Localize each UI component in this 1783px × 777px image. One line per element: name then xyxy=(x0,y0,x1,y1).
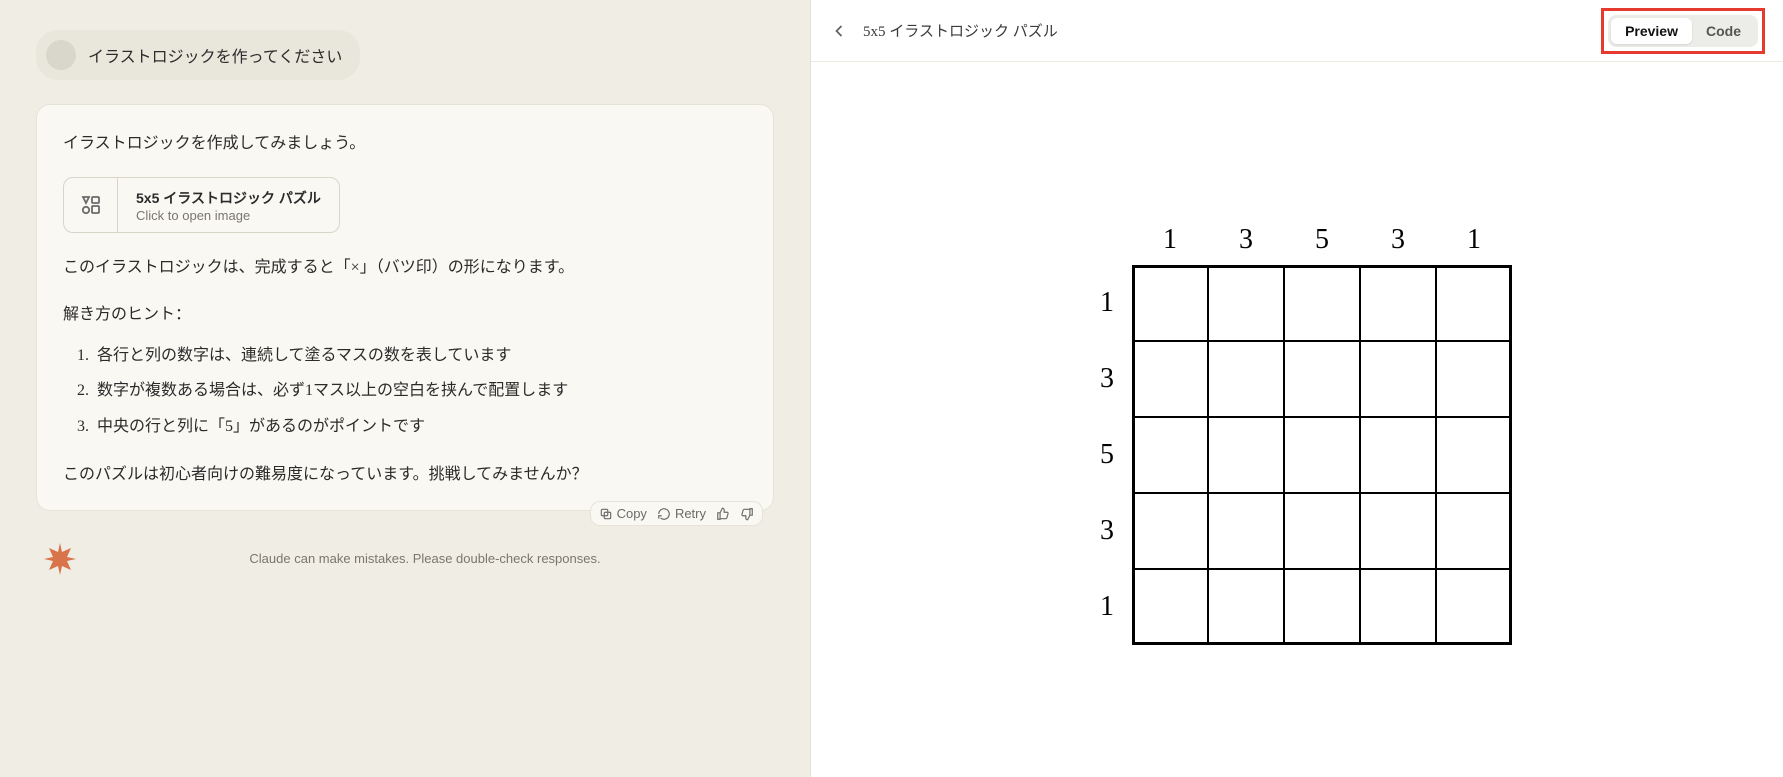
grid-cell[interactable] xyxy=(1360,265,1436,341)
grid-cell[interactable] xyxy=(1284,341,1360,417)
grid-cell[interactable] xyxy=(1284,417,1360,493)
claude-logo-icon xyxy=(42,541,78,577)
user-message-text: イラストロジックを作ってください xyxy=(88,43,342,67)
code-tab[interactable]: Code xyxy=(1692,18,1755,44)
thumbs-down-button[interactable] xyxy=(740,507,754,521)
disclaimer-text: Claude can make mistakes. Please double-… xyxy=(76,551,774,566)
hints-heading: 解き方のヒント： xyxy=(63,300,747,330)
grid-cell[interactable] xyxy=(1284,569,1360,645)
thumbs-up-icon xyxy=(716,507,730,521)
artifact-header: 5x5 イラストロジック パズル Preview Code xyxy=(811,0,1783,62)
row-clue: 1 xyxy=(1082,265,1132,341)
grid-cell[interactable] xyxy=(1360,417,1436,493)
thumbs-up-button[interactable] xyxy=(716,507,730,521)
response-para1: このイラストロジックは、完成すると「×」（バツ印）の形になります。 xyxy=(63,253,747,283)
retry-button[interactable]: Retry xyxy=(657,506,706,521)
artifact-icon xyxy=(64,178,118,232)
hints-list: 各行と列の数字は、連続して塗るマスの数を表しています 数字が複数ある場合は、必ず… xyxy=(93,338,747,444)
grid-cell[interactable] xyxy=(1132,265,1208,341)
row-clue: 3 xyxy=(1082,493,1132,569)
col-clue: 3 xyxy=(1360,215,1436,265)
grid-cell[interactable] xyxy=(1132,569,1208,645)
grid-corner xyxy=(1082,215,1132,265)
thumbs-down-icon xyxy=(740,507,754,521)
grid-cell[interactable] xyxy=(1208,493,1284,569)
grid-cell[interactable] xyxy=(1208,265,1284,341)
preview-tab[interactable]: Preview xyxy=(1611,18,1692,44)
nonogram-grid: 1 3 5 3 1 1 3 5 3 xyxy=(1082,215,1512,645)
grid-cell[interactable] xyxy=(1436,341,1512,417)
col-clue: 5 xyxy=(1284,215,1360,265)
grid-cell[interactable] xyxy=(1208,341,1284,417)
grid-cell[interactable] xyxy=(1208,417,1284,493)
response-intro: イラストロジックを作成してみましょう。 xyxy=(63,129,747,159)
copy-button[interactable]: Copy xyxy=(599,506,647,521)
user-message-bubble: イラストロジックを作ってください xyxy=(36,30,360,80)
artifact-preview-pane: 5x5 イラストロジック パズル Preview Code 1 3 5 3 1 … xyxy=(810,0,1783,777)
grid-cell[interactable] xyxy=(1132,493,1208,569)
preview-canvas: 1 3 5 3 1 1 3 5 3 xyxy=(811,62,1783,777)
artifact-header-title: 5x5 イラストロジック パズル xyxy=(863,20,1058,41)
artifact-subtitle: Click to open image xyxy=(136,208,321,223)
retry-icon xyxy=(657,507,671,521)
message-action-bar: Copy Retry xyxy=(590,501,763,526)
grid-cell[interactable] xyxy=(1208,569,1284,645)
hint-item: 各行と列の数字は、連続して塗るマスの数を表しています xyxy=(93,338,747,373)
grid-cell[interactable] xyxy=(1132,417,1208,493)
grid-cell[interactable] xyxy=(1132,341,1208,417)
col-clue: 1 xyxy=(1436,215,1512,265)
hint-item: 中央の行と列に「5」があるのがポイントです xyxy=(93,409,747,444)
grid-cell[interactable] xyxy=(1436,493,1512,569)
col-clue: 1 xyxy=(1132,215,1208,265)
col-clue: 3 xyxy=(1208,215,1284,265)
grid-cell[interactable] xyxy=(1436,265,1512,341)
grid-cell[interactable] xyxy=(1284,493,1360,569)
grid-cell[interactable] xyxy=(1360,569,1436,645)
preview-code-toggle: Preview Code xyxy=(1608,15,1758,47)
row-clue: 3 xyxy=(1082,341,1132,417)
assistant-response-card: イラストロジックを作成してみましょう。 5x5 イラストロジック パズル Cli… xyxy=(36,104,774,511)
highlighted-toggle-region: Preview Code xyxy=(1601,8,1765,54)
grid-cell[interactable] xyxy=(1360,493,1436,569)
row-clue: 5 xyxy=(1082,417,1132,493)
grid-cell[interactable] xyxy=(1436,417,1512,493)
artifact-card[interactable]: 5x5 イラストロジック パズル Click to open image xyxy=(63,177,340,233)
response-outro: このパズルは初心者向けの難易度になっています。挑戦してみませんか？ xyxy=(63,460,747,490)
grid-cell[interactable] xyxy=(1436,569,1512,645)
artifact-title: 5x5 イラストロジック パズル xyxy=(136,188,321,208)
grid-cell[interactable] xyxy=(1360,341,1436,417)
copy-icon xyxy=(599,507,613,521)
grid-cell[interactable] xyxy=(1284,265,1360,341)
hint-item: 数字が複数ある場合は、必ず1マス以上の空白を挟んで配置します xyxy=(93,373,747,408)
row-clue: 1 xyxy=(1082,569,1132,645)
user-avatar xyxy=(46,40,76,70)
back-arrow-icon[interactable] xyxy=(829,21,849,41)
